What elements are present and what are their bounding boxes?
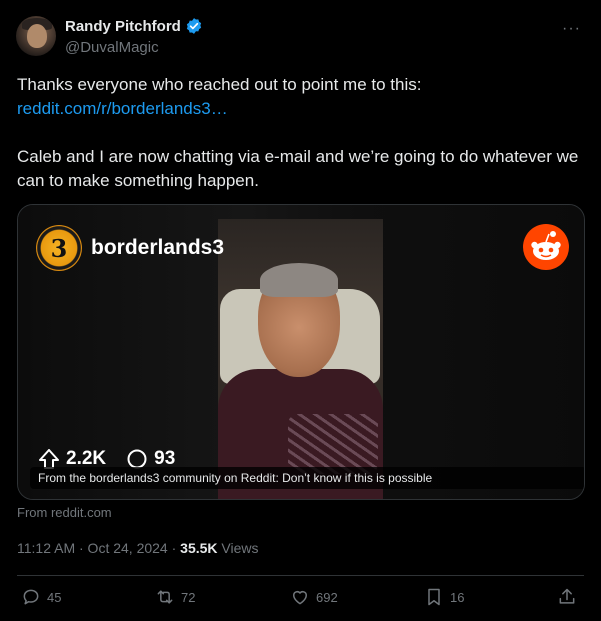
views-label: Views — [217, 540, 259, 556]
share-button[interactable] — [557, 587, 577, 607]
author-handle[interactable]: @DuvalMagic — [65, 39, 159, 56]
like-button[interactable]: 692 — [290, 587, 338, 607]
tweet-body: Thanks everyone who reached out to point… — [17, 73, 587, 193]
comment-bubble-icon — [127, 449, 147, 469]
verified-badge-icon — [186, 18, 201, 34]
tweet-line-1: Thanks everyone who reached out to point… — [17, 75, 422, 94]
retweet-icon — [157, 590, 173, 604]
card-caption: From the borderlands3 community on Reddi… — [30, 467, 584, 489]
card-photo — [218, 219, 383, 499]
bookmark-button[interactable]: 16 — [424, 587, 464, 607]
tweet-timestamp[interactable]: 11:12 AM · Oct 24, 2024 · — [17, 540, 180, 556]
tweet-line-2: Caleb and I are now chatting via e-mail … — [17, 147, 579, 190]
retweet-count: 72 — [181, 589, 196, 605]
tweet-link[interactable]: reddit.com/r/borderlands3… — [17, 99, 228, 118]
retweet-button[interactable]: 72 — [155, 587, 195, 607]
more-options-icon[interactable]: ··· — [562, 20, 581, 38]
bookmark-icon — [428, 588, 440, 606]
like-count: 692 — [316, 589, 338, 605]
author-name-row: Randy Pitchford — [65, 17, 203, 35]
view-count: 35.5K — [180, 540, 218, 556]
card-stats: 2.2K 93 — [38, 449, 175, 469]
reply-icon — [23, 589, 39, 605]
reddit-link-card[interactable]: 3 borderlands3 2.2K 93 From the borderla… — [17, 204, 585, 500]
card-upvote-stat: 2.2K — [38, 449, 106, 469]
actions-divider — [17, 575, 584, 576]
reply-count: 45 — [47, 589, 62, 605]
upvote-icon — [39, 449, 59, 469]
card-upvote-count: 2.2K — [66, 449, 107, 469]
card-source[interactable]: From reddit.com — [17, 505, 112, 520]
author-display-name[interactable]: Randy Pitchford — [65, 18, 181, 35]
tweet-meta: 11:12 AM · Oct 24, 2024 · 35.5K Views — [17, 540, 259, 556]
borderlands-logo-glyph: 3 — [50, 233, 68, 263]
reply-button[interactable]: 45 — [21, 587, 61, 607]
card-comment-stat: 93 — [126, 449, 175, 469]
borderlands-logo-icon: 3 — [36, 225, 82, 271]
action-bar: 45 72 692 16 — [17, 587, 587, 611]
heart-icon — [293, 591, 307, 605]
subreddit-name: borderlands3 — [91, 236, 225, 259]
reddit-logo-icon — [523, 224, 569, 270]
share-icon — [559, 588, 575, 604]
avatar-face — [27, 24, 47, 48]
bookmark-count: 16 — [450, 589, 465, 605]
card-comment-count: 93 — [154, 449, 176, 469]
author-avatar[interactable] — [16, 16, 56, 56]
